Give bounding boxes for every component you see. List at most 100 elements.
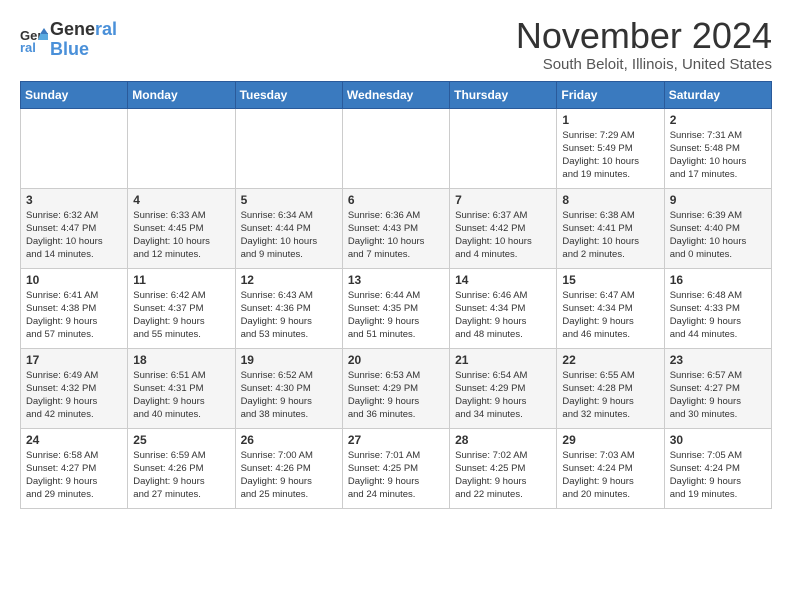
header-sunday: Sunday bbox=[21, 81, 128, 108]
calendar-cell: 24 Sunrise: 6:58 AM Sunset: 4:27 PM Dayli… bbox=[21, 428, 128, 508]
calendar-cell: 16 Sunrise: 6:48 AM Sunset: 4:33 PM Dayli… bbox=[664, 268, 771, 348]
day-number: 27 bbox=[348, 433, 444, 447]
calendar-cell bbox=[21, 108, 128, 188]
calendar-cell: 26 Sunrise: 7:00 AM Sunset: 4:26 PM Dayli… bbox=[235, 428, 342, 508]
header: Gene ral General Blue November 2024 Sout… bbox=[20, 16, 772, 73]
day-number: 8 bbox=[562, 193, 658, 207]
day-info: Sunrise: 6:48 AM Sunset: 4:33 PM Dayligh… bbox=[670, 289, 766, 342]
day-info: Sunrise: 6:53 AM Sunset: 4:29 PM Dayligh… bbox=[348, 369, 444, 422]
day-number: 25 bbox=[133, 433, 229, 447]
day-number: 11 bbox=[133, 273, 229, 287]
calendar-cell: 11 Sunrise: 6:42 AM Sunset: 4:37 PM Dayli… bbox=[128, 268, 235, 348]
day-number: 1 bbox=[562, 113, 658, 127]
day-info: Sunrise: 6:43 AM Sunset: 4:36 PM Dayligh… bbox=[241, 289, 337, 342]
day-info: Sunrise: 6:44 AM Sunset: 4:35 PM Dayligh… bbox=[348, 289, 444, 342]
day-number: 29 bbox=[562, 433, 658, 447]
day-number: 2 bbox=[670, 113, 766, 127]
calendar-cell: 19 Sunrise: 6:52 AM Sunset: 4:30 PM Dayli… bbox=[235, 348, 342, 428]
calendar-cell: 20 Sunrise: 6:53 AM Sunset: 4:29 PM Dayli… bbox=[342, 348, 449, 428]
day-info: Sunrise: 7:29 AM Sunset: 5:49 PM Dayligh… bbox=[562, 129, 658, 182]
calendar-cell: 2 Sunrise: 7:31 AM Sunset: 5:48 PM Daylig… bbox=[664, 108, 771, 188]
day-number: 19 bbox=[241, 353, 337, 367]
day-info: Sunrise: 6:39 AM Sunset: 4:40 PM Dayligh… bbox=[670, 209, 766, 262]
day-number: 28 bbox=[455, 433, 551, 447]
day-info: Sunrise: 6:37 AM Sunset: 4:42 PM Dayligh… bbox=[455, 209, 551, 262]
day-number: 12 bbox=[241, 273, 337, 287]
week-row-3: 17Sunrise: 6:49 AM Sunset: 4:32 PM Dayli… bbox=[21, 348, 772, 428]
day-number: 26 bbox=[241, 433, 337, 447]
day-info: Sunrise: 6:46 AM Sunset: 4:34 PM Dayligh… bbox=[455, 289, 551, 342]
week-row-2: 10Sunrise: 6:41 AM Sunset: 4:38 PM Dayli… bbox=[21, 268, 772, 348]
day-number: 16 bbox=[670, 273, 766, 287]
day-number: 30 bbox=[670, 433, 766, 447]
svg-text:ral: ral bbox=[20, 40, 36, 54]
calendar-cell: 15Sunrise: 6:47 AM Sunset: 4:34 PM Dayli… bbox=[557, 268, 664, 348]
calendar-cell: 22 Sunrise: 6:55 AM Sunset: 4:28 PM Dayli… bbox=[557, 348, 664, 428]
calendar-cell: 17Sunrise: 6:49 AM Sunset: 4:32 PM Dayli… bbox=[21, 348, 128, 428]
calendar-cell: 3 Sunrise: 6:32 AM Sunset: 4:47 PM Daylig… bbox=[21, 188, 128, 268]
day-info: Sunrise: 6:54 AM Sunset: 4:29 PM Dayligh… bbox=[455, 369, 551, 422]
day-number: 13 bbox=[348, 273, 444, 287]
location: South Beloit, Illinois, United States bbox=[516, 56, 772, 73]
calendar-cell: 14 Sunrise: 6:46 AM Sunset: 4:34 PM Dayli… bbox=[450, 268, 557, 348]
day-info: Sunrise: 6:32 AM Sunset: 4:47 PM Dayligh… bbox=[26, 209, 122, 262]
day-info: Sunrise: 6:58 AM Sunset: 4:27 PM Dayligh… bbox=[26, 449, 122, 502]
calendar-cell: 25Sunrise: 6:59 AM Sunset: 4:26 PM Dayli… bbox=[128, 428, 235, 508]
day-info: Sunrise: 6:57 AM Sunset: 4:27 PM Dayligh… bbox=[670, 369, 766, 422]
logo: Gene ral General Blue bbox=[20, 20, 117, 60]
month-title: November 2024 bbox=[516, 16, 772, 56]
day-number: 23 bbox=[670, 353, 766, 367]
header-thursday: Thursday bbox=[450, 81, 557, 108]
calendar-table: SundayMondayTuesdayWednesdayThursdayFrid… bbox=[20, 81, 772, 509]
day-info: Sunrise: 6:51 AM Sunset: 4:31 PM Dayligh… bbox=[133, 369, 229, 422]
day-number: 21 bbox=[455, 353, 551, 367]
day-number: 4 bbox=[133, 193, 229, 207]
day-info: Sunrise: 7:02 AM Sunset: 4:25 PM Dayligh… bbox=[455, 449, 551, 502]
day-number: 3 bbox=[26, 193, 122, 207]
day-info: Sunrise: 6:34 AM Sunset: 4:44 PM Dayligh… bbox=[241, 209, 337, 262]
calendar-cell: 12 Sunrise: 6:43 AM Sunset: 4:36 PM Dayli… bbox=[235, 268, 342, 348]
calendar-cell: 1 Sunrise: 7:29 AM Sunset: 5:49 PM Daylig… bbox=[557, 108, 664, 188]
calendar-cell: 18 Sunrise: 6:51 AM Sunset: 4:31 PM Dayli… bbox=[128, 348, 235, 428]
logo-text-line2: Blue bbox=[50, 40, 117, 60]
calendar-cell: 4 Sunrise: 6:33 AM Sunset: 4:45 PM Daylig… bbox=[128, 188, 235, 268]
header-saturday: Saturday bbox=[664, 81, 771, 108]
day-info: Sunrise: 7:01 AM Sunset: 4:25 PM Dayligh… bbox=[348, 449, 444, 502]
calendar-cell bbox=[342, 108, 449, 188]
calendar-cell: 28 Sunrise: 7:02 AM Sunset: 4:25 PM Dayli… bbox=[450, 428, 557, 508]
calendar-cell: 13 Sunrise: 6:44 AM Sunset: 4:35 PM Dayli… bbox=[342, 268, 449, 348]
day-info: Sunrise: 6:52 AM Sunset: 4:30 PM Dayligh… bbox=[241, 369, 337, 422]
day-info: Sunrise: 6:33 AM Sunset: 4:45 PM Dayligh… bbox=[133, 209, 229, 262]
day-info: Sunrise: 6:36 AM Sunset: 4:43 PM Dayligh… bbox=[348, 209, 444, 262]
day-info: Sunrise: 7:00 AM Sunset: 4:26 PM Dayligh… bbox=[241, 449, 337, 502]
day-info: Sunrise: 7:05 AM Sunset: 4:24 PM Dayligh… bbox=[670, 449, 766, 502]
calendar-cell: 27 Sunrise: 7:01 AM Sunset: 4:25 PM Dayli… bbox=[342, 428, 449, 508]
day-number: 14 bbox=[455, 273, 551, 287]
calendar-cell: 7 Sunrise: 6:37 AM Sunset: 4:42 PM Daylig… bbox=[450, 188, 557, 268]
day-info: Sunrise: 6:42 AM Sunset: 4:37 PM Dayligh… bbox=[133, 289, 229, 342]
day-info: Sunrise: 6:41 AM Sunset: 4:38 PM Dayligh… bbox=[26, 289, 122, 342]
header-wednesday: Wednesday bbox=[342, 81, 449, 108]
day-info: Sunrise: 7:31 AM Sunset: 5:48 PM Dayligh… bbox=[670, 129, 766, 182]
logo-icon: Gene ral bbox=[20, 26, 48, 54]
title-area: November 2024 South Beloit, Illinois, Un… bbox=[516, 16, 772, 73]
day-number: 24 bbox=[26, 433, 122, 447]
day-number: 20 bbox=[348, 353, 444, 367]
logo-text-line1: General bbox=[50, 20, 117, 40]
calendar-cell bbox=[235, 108, 342, 188]
calendar-header-row: SundayMondayTuesdayWednesdayThursdayFrid… bbox=[21, 81, 772, 108]
week-row-0: 1 Sunrise: 7:29 AM Sunset: 5:49 PM Daylig… bbox=[21, 108, 772, 188]
calendar-cell: 29Sunrise: 7:03 AM Sunset: 4:24 PM Dayli… bbox=[557, 428, 664, 508]
day-number: 18 bbox=[133, 353, 229, 367]
day-number: 17 bbox=[26, 353, 122, 367]
calendar-cell: 9Sunrise: 6:39 AM Sunset: 4:40 PM Daylig… bbox=[664, 188, 771, 268]
header-tuesday: Tuesday bbox=[235, 81, 342, 108]
day-number: 22 bbox=[562, 353, 658, 367]
calendar-cell: 21 Sunrise: 6:54 AM Sunset: 4:29 PM Dayli… bbox=[450, 348, 557, 428]
day-number: 15 bbox=[562, 273, 658, 287]
day-number: 7 bbox=[455, 193, 551, 207]
calendar-cell: 6 Sunrise: 6:36 AM Sunset: 4:43 PM Daylig… bbox=[342, 188, 449, 268]
day-number: 6 bbox=[348, 193, 444, 207]
header-friday: Friday bbox=[557, 81, 664, 108]
day-info: Sunrise: 6:55 AM Sunset: 4:28 PM Dayligh… bbox=[562, 369, 658, 422]
